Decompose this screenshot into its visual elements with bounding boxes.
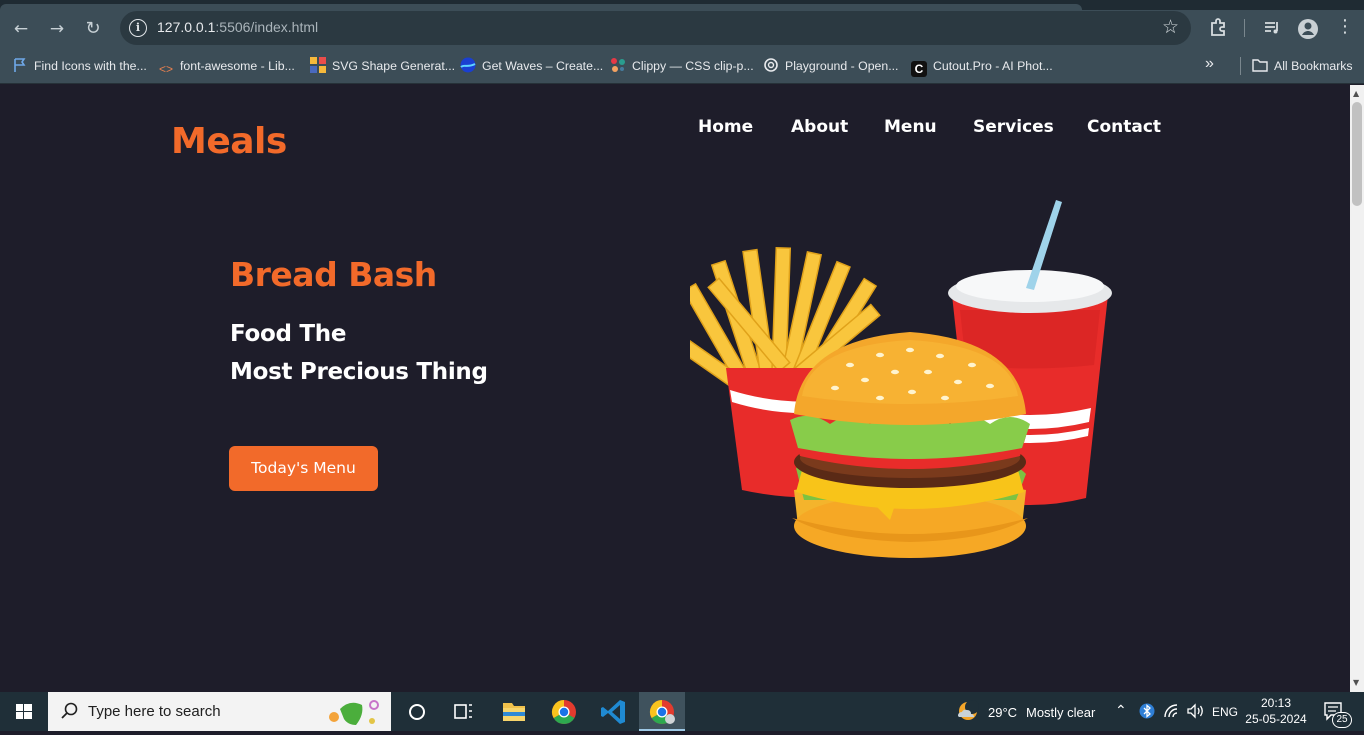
url-host: 127.0.0.1 [157, 19, 216, 35]
notifications-count: 25 [1332, 712, 1352, 728]
url-text[interactable]: 127.0.0.1:5506/index.html [157, 19, 318, 35]
toolbar-divider [1244, 19, 1245, 37]
clippy-icon [610, 57, 626, 73]
extensions-icon[interactable] [1208, 18, 1228, 42]
bookmark-label: Playground - Open... [785, 59, 899, 73]
hero-subtitle-line-1: Food The [230, 321, 347, 347]
start-button[interactable] [0, 692, 48, 731]
weather-icon[interactable] [955, 700, 979, 725]
bookmark-item[interactable]: Get Waves – Create... [460, 57, 603, 75]
bookmark-label: Find Icons with the... [34, 59, 147, 73]
task-view-icon[interactable] [440, 692, 486, 731]
menu-kebab-icon[interactable]: ⋮ [1336, 16, 1354, 37]
burger [790, 332, 1030, 558]
bookmark-star-icon[interactable]: ☆ [1162, 16, 1179, 38]
bookmarks-overflow-icon[interactable]: » [1205, 55, 1214, 73]
weather-temp[interactable]: 29°C [988, 705, 1017, 720]
bluetooth-icon[interactable] [1139, 702, 1155, 723]
bookmarks-divider [1240, 57, 1241, 75]
bookmark-item[interactable]: Find Icons with the... [12, 57, 147, 75]
bookmark-label: SVG Shape Generat... [332, 59, 456, 73]
network-icon[interactable] [1163, 703, 1181, 722]
bookmark-label: Clippy — CSS clip-p... [632, 59, 754, 73]
search-highlight-icon [329, 700, 379, 725]
reload-icon[interactable]: ↻ [80, 16, 106, 42]
browser-toolbar: ← → ↻ i 127.0.0.1:5506/index.html ☆ ⋮ [0, 10, 1364, 48]
scrollbar-thumb[interactable] [1352, 102, 1362, 206]
hero-title: Bread Bash [230, 255, 437, 294]
site-logo[interactable]: Meals [171, 121, 287, 162]
site-info-icon[interactable]: i [129, 19, 147, 37]
chrome-active-icon[interactable] [639, 692, 685, 731]
bookmark-item[interactable]: C Cutout.Pro - AI Phot... [911, 57, 1053, 77]
back-icon[interactable]: ← [8, 16, 34, 42]
address-bar[interactable]: i 127.0.0.1:5506/index.html ☆ [120, 11, 1191, 45]
nav-home[interactable]: Home [698, 117, 753, 137]
hero-subtitle-line-2: Most Precious Thing [230, 359, 488, 385]
bookmarks-bar: Find Icons with the... <> font-awesome - … [0, 48, 1364, 84]
bookmark-item[interactable]: <> font-awesome - Lib... [158, 57, 295, 76]
nav-about[interactable]: About [791, 117, 848, 137]
bookmark-label: Get Waves – Create... [482, 59, 604, 73]
volume-icon[interactable] [1186, 703, 1206, 722]
all-bookmarks-label: All Bookmarks [1274, 59, 1353, 73]
flag-icon [12, 57, 28, 73]
windows-taskbar: Type here to search 29°C Mostly clear ⌃ [0, 692, 1364, 731]
cutout-icon: C [911, 61, 927, 77]
windows-logo-icon [16, 704, 32, 719]
page-scrollbar[interactable]: ▲ ▼ [1350, 85, 1364, 692]
bookmark-item[interactable]: Clippy — CSS clip-p... [610, 57, 754, 75]
scroll-up-icon[interactable]: ▲ [1353, 89, 1359, 98]
nav-menu[interactable]: Menu [884, 117, 937, 137]
bookmark-item[interactable]: SVG Shape Generat... [310, 57, 455, 75]
url-path: :5506/index.html [215, 19, 319, 35]
taskbar-search[interactable]: Type here to search [48, 692, 391, 731]
clock-date: 25-05-2024 [1245, 712, 1307, 726]
language-indicator[interactable]: ENG [1212, 705, 1238, 719]
vscode-icon[interactable] [590, 692, 636, 731]
web-page: Meals Home About Menu Services Contact B… [0, 85, 1350, 692]
tab-strip [0, 0, 1364, 10]
openai-icon [763, 57, 779, 73]
clock-time: 20:13 [1260, 696, 1292, 710]
nav-services[interactable]: Services [973, 117, 1054, 137]
nav-contact[interactable]: Contact [1087, 117, 1161, 137]
search-icon [61, 702, 78, 719]
bookmark-item[interactable]: Playground - Open... [763, 57, 898, 75]
cortana-icon[interactable] [394, 692, 440, 731]
scroll-down-icon[interactable]: ▼ [1353, 678, 1359, 687]
media-control-icon[interactable] [1262, 18, 1282, 42]
clock[interactable]: 20:13 25-05-2024 [1244, 695, 1308, 727]
weather-desc[interactable]: Mostly clear [1026, 705, 1095, 720]
folder-icon [1252, 57, 1268, 73]
waves-icon [460, 57, 476, 73]
burger-meal-image [690, 200, 1112, 558]
code-icon: <> [158, 62, 173, 76]
profile-avatar[interactable] [1297, 18, 1319, 44]
chrome-icon[interactable] [541, 692, 587, 731]
chevron-up-icon[interactable]: ⌃ [1115, 702, 1127, 719]
bookmark-label: font-awesome - Lib... [180, 59, 295, 73]
svg-shape-icon [310, 57, 326, 73]
all-bookmarks[interactable]: All Bookmarks [1252, 57, 1353, 75]
forward-icon[interactable]: → [44, 16, 70, 42]
bookmark-label: Cutout.Pro - AI Phot... [933, 59, 1053, 73]
todays-menu-button[interactable]: Today's Menu [229, 446, 378, 491]
file-explorer-icon[interactable] [491, 692, 537, 731]
search-placeholder: Type here to search [88, 703, 221, 720]
